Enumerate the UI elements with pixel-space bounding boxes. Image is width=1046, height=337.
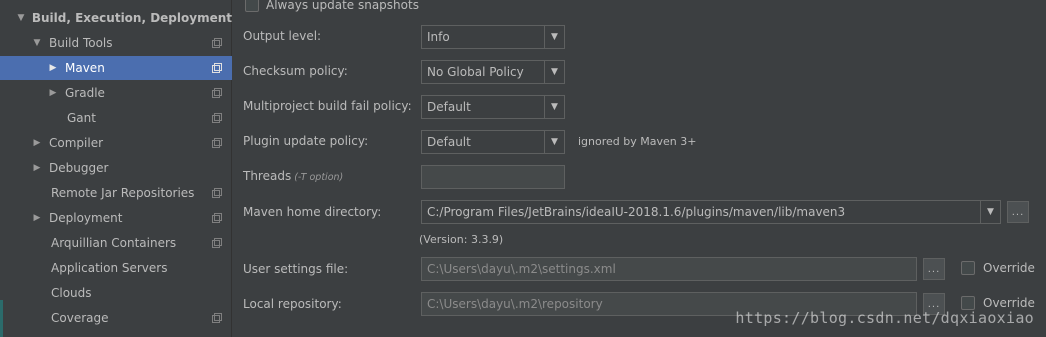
maven-settings-panel: Always update snapshots Output level: In… [233, 0, 1046, 337]
settings-sidebar: ▼ Build, Execution, Deployment ▼ Build T… [0, 0, 232, 337]
watermark-text: https://blog.csdn.net/dqxiaoxiao [735, 309, 1034, 327]
project-copy-icon [212, 88, 222, 98]
sidebar-item-label: Deployment [49, 211, 123, 225]
sidebar-item-arquillian-containers[interactable]: Arquillian Containers [0, 231, 232, 255]
threads-label-text: Threads [243, 169, 292, 183]
project-copy-icon [212, 213, 222, 223]
dropdown-arrow-icon[interactable]: ▼ [980, 201, 1000, 223]
chevron-right-icon[interactable]: ▶ [30, 163, 44, 173]
user-settings-override-label: Override [983, 261, 1035, 275]
dropdown-arrow-icon[interactable]: ▼ [544, 96, 564, 118]
multiproject-fail-policy-label: Multiproject build fail policy: [243, 99, 412, 113]
always-update-snapshots-checkbox[interactable] [245, 0, 259, 12]
maven-version-text: (Version: 3.3.9) [419, 233, 504, 246]
project-copy-icon [212, 188, 222, 198]
checksum-policy-value: No Global Policy [427, 65, 524, 79]
output-level-select[interactable]: Info ▼ [421, 25, 565, 49]
checksum-policy-label: Checksum policy: [243, 64, 348, 78]
sidebar-item-coverage[interactable]: Coverage [0, 306, 232, 330]
maven-home-label: Maven home directory: [243, 205, 382, 219]
chevron-right-icon[interactable]: ▶ [30, 138, 44, 148]
checksum-policy-select[interactable]: No Global Policy ▼ [421, 60, 565, 84]
plugin-update-policy-select[interactable]: Default ▼ [421, 130, 565, 154]
sidebar-item-label: Maven [65, 61, 105, 75]
project-copy-icon [212, 38, 222, 48]
dropdown-arrow-icon[interactable]: ▼ [544, 61, 564, 83]
dropdown-arrow-icon[interactable]: ▼ [544, 26, 564, 48]
sidebar-section-build-execution-deployment[interactable]: ▼ Build, Execution, Deployment [0, 6, 232, 30]
maven-home-select[interactable]: C:/Program Files/JetBrains/ideaIU-2018.1… [421, 200, 1001, 224]
user-settings-input[interactable]: C:\Users\dayu\.m2\settings.xml [421, 257, 917, 281]
sidebar-item-maven[interactable]: ▶ Maven [0, 56, 232, 80]
sidebar-item-gradle[interactable]: ▶ Gradle [0, 81, 232, 105]
sidebar-item-remote-jar-repositories[interactable]: Remote Jar Repositories [0, 181, 232, 205]
sidebar-item-label: Remote Jar Repositories [51, 186, 195, 200]
project-copy-icon [212, 138, 222, 148]
project-copy-icon [212, 313, 222, 323]
project-copy-icon [212, 63, 222, 73]
multiproject-fail-policy-value: Default [427, 100, 471, 114]
sidebar-section-label: Build, Execution, Deployment [31, 11, 232, 25]
sidebar-item-deployment[interactable]: ▶ Deployment [0, 206, 232, 230]
sidebar-item-label: Debugger [49, 161, 109, 175]
sidebar-item-clouds[interactable]: Clouds [0, 281, 232, 305]
output-level-value: Info [427, 30, 450, 44]
sidebar-item-build-tools[interactable]: ▼ Build Tools [0, 31, 232, 55]
sidebar-item-label: Coverage [51, 311, 109, 325]
multiproject-fail-policy-select[interactable]: Default ▼ [421, 95, 565, 119]
plugin-update-policy-label: Plugin update policy: [243, 134, 369, 148]
user-settings-browse-button[interactable]: ... [923, 258, 945, 280]
sidebar-item-label: Compiler [49, 136, 104, 150]
local-repository-override-label: Override [983, 296, 1035, 310]
chevron-down-icon[interactable]: ▼ [14, 13, 28, 23]
user-settings-override-checkbox[interactable] [961, 261, 975, 275]
sidebar-item-debugger[interactable]: ▶ Debugger [0, 156, 232, 180]
sidebar-item-compiler[interactable]: ▶ Compiler [0, 131, 232, 155]
sidebar-item-label: Gradle [65, 86, 105, 100]
output-level-label: Output level: [243, 29, 322, 43]
window-edge [0, 300, 3, 337]
chevron-right-icon[interactable]: ▶ [46, 88, 60, 98]
plugin-update-policy-note: ignored by Maven 3+ [578, 135, 697, 148]
plugin-update-policy-value: Default [427, 135, 471, 149]
sidebar-item-label: Build Tools [49, 36, 113, 50]
threads-input[interactable] [421, 165, 565, 189]
local-repository-override-checkbox[interactable] [961, 296, 975, 310]
maven-home-value: C:/Program Files/JetBrains/ideaIU-2018.1… [427, 205, 846, 219]
chevron-down-icon[interactable]: ▼ [30, 38, 44, 48]
sidebar-item-label: Gant [67, 111, 96, 125]
chevron-right-icon[interactable]: ▶ [30, 213, 44, 223]
sidebar-item-application-servers[interactable]: Application Servers [0, 256, 232, 280]
dropdown-arrow-icon[interactable]: ▼ [544, 131, 564, 153]
sidebar-item-label: Application Servers [51, 261, 168, 275]
chevron-right-icon[interactable]: ▶ [46, 63, 60, 73]
project-copy-icon [212, 238, 222, 248]
threads-label: Threads (-T option) [243, 169, 343, 183]
sidebar-item-label: Arquillian Containers [51, 236, 177, 250]
maven-home-browse-button[interactable]: ... [1007, 201, 1029, 223]
project-copy-icon [212, 113, 222, 123]
user-settings-label: User settings file: [243, 262, 349, 276]
sidebar-item-gant[interactable]: Gant [0, 106, 232, 130]
always-update-snapshots-label: Always update snapshots [266, 0, 419, 12]
threads-hint: (-T option) [294, 172, 344, 183]
sidebar-item-label: Clouds [51, 286, 92, 300]
local-repository-label: Local repository: [243, 297, 342, 311]
